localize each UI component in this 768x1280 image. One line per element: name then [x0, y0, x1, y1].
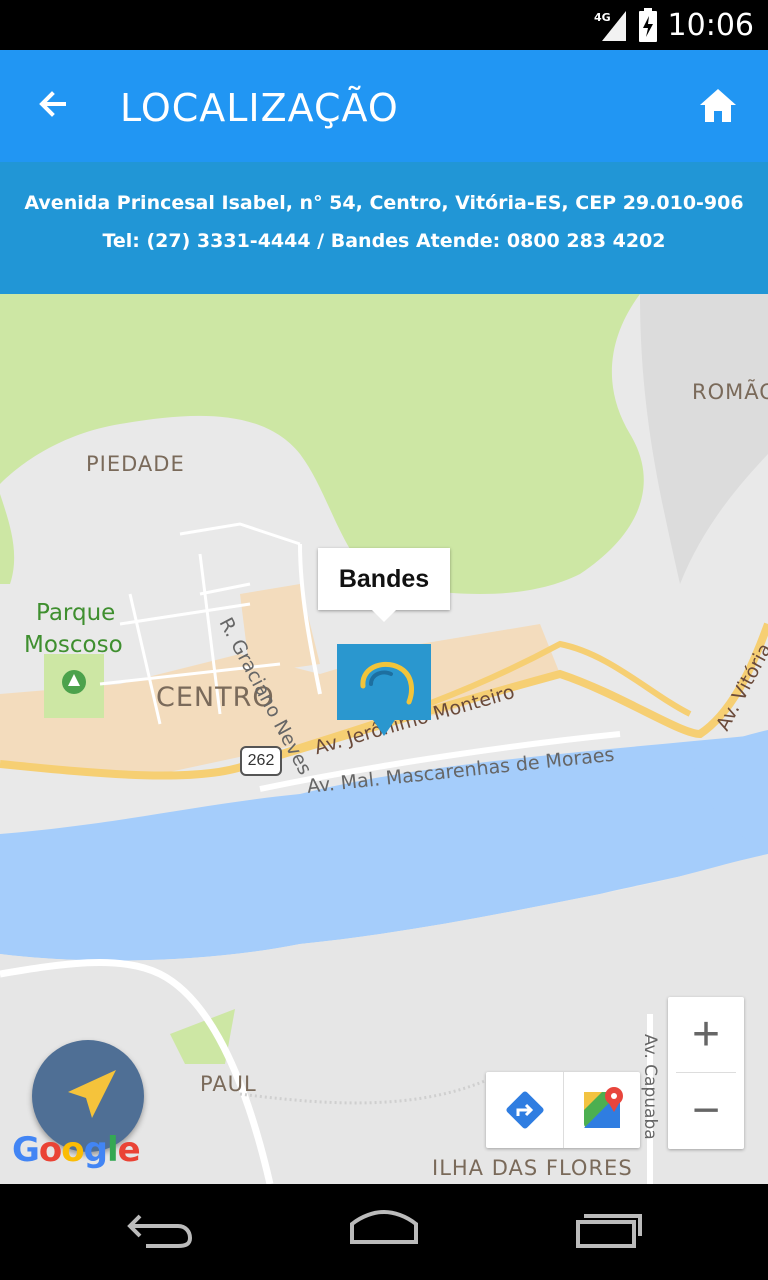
status-bar: 4G 10:06	[0, 0, 768, 50]
address-panel: Avenida Princesal Isabel, n° 54, Centro,…	[0, 162, 768, 294]
signal-icon: 4G	[594, 11, 626, 41]
place-label-paul: PAUL	[200, 1072, 257, 1096]
google-logo: Google	[12, 1130, 141, 1170]
home-nav-icon[interactable]	[346, 1208, 422, 1248]
directions-icon[interactable]	[486, 1072, 563, 1148]
google-maps-icon[interactable]	[564, 1072, 641, 1148]
place-label-ilha-das-flores: ILHA DAS FLORES	[432, 1156, 633, 1180]
battery-icon	[638, 8, 657, 42]
back-arrow-icon[interactable]	[30, 80, 82, 132]
recents-nav-icon[interactable]	[574, 1208, 644, 1248]
park-label-line2: Moscoso	[24, 632, 123, 658]
place-label-piedade: PIEDADE	[86, 452, 185, 476]
street-label-capuaba: Av. Capuaba	[640, 1034, 660, 1140]
zoom-in-button[interactable]: +	[668, 997, 744, 1073]
address-line: Avenida Princesal Isabel, n° 54, Centro,…	[24, 192, 744, 214]
marker-info-window[interactable]: Bandes	[318, 548, 450, 622]
phone-line: Tel: (27) 3331-4444 / Bandes Atende: 080…	[102, 230, 666, 252]
navigation-bar	[0, 1184, 768, 1280]
zoom-out-button[interactable]: −	[668, 1073, 744, 1149]
place-label-romao: ROMÃO	[692, 380, 768, 404]
map-view[interactable]: PIEDADE ROMÃO CENTRO PAUL ILHA DAS FLORE…	[0, 294, 768, 1184]
page-title: LOCALIZAÇÃO	[120, 86, 399, 130]
network-type: 4G	[594, 11, 611, 24]
app-bar: LOCALIZAÇÃO	[0, 50, 768, 162]
park-label-line1: Parque	[36, 600, 116, 626]
bandes-marker-icon[interactable]	[337, 644, 431, 738]
home-icon[interactable]	[696, 84, 740, 128]
route-shield: 262	[240, 746, 282, 776]
map-toolbar	[486, 1072, 640, 1148]
clock: 10:06	[667, 7, 754, 43]
back-nav-icon[interactable]	[126, 1208, 196, 1248]
zoom-controls: + −	[668, 997, 744, 1149]
